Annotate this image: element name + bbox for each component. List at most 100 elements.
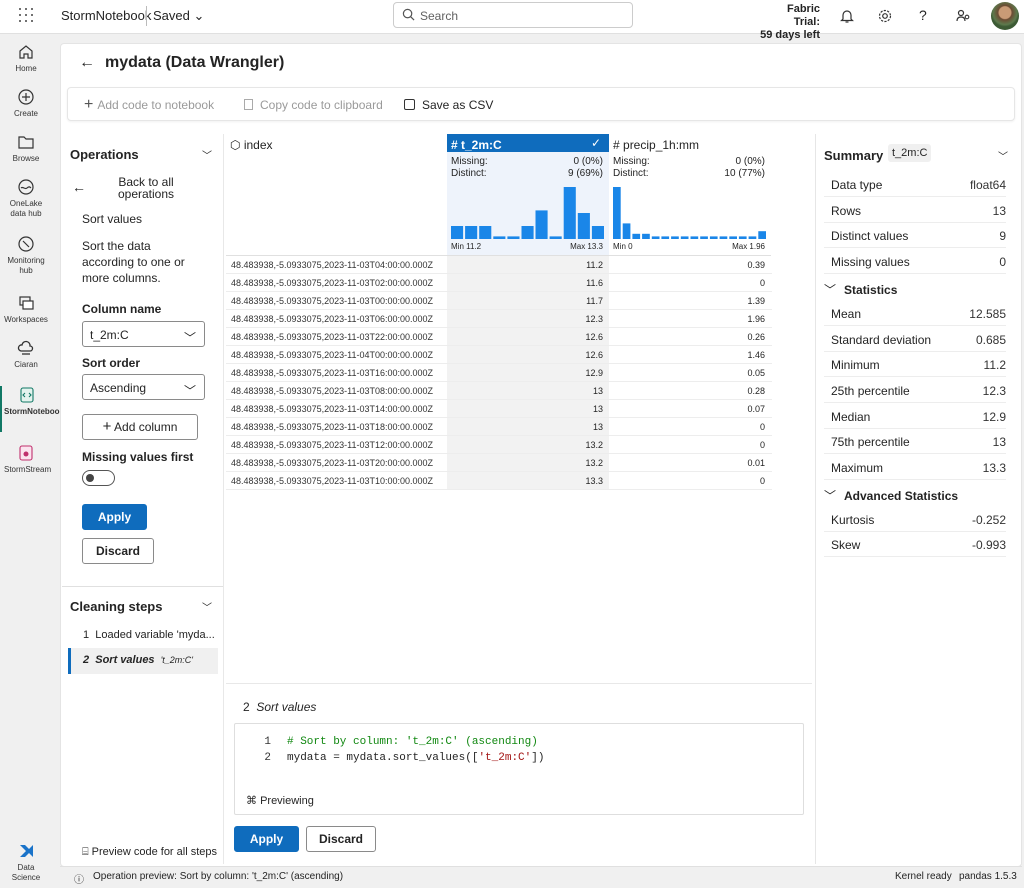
chevron-down-icon[interactable]: ﹀ [202, 147, 212, 162]
histogram-bar[interactable] [709, 236, 718, 239]
histogram-bar[interactable] [479, 226, 492, 239]
nav-browse[interactable]: Browse [0, 133, 52, 164]
histogram-bar[interactable] [680, 236, 689, 239]
cell-precip[interactable]: 0 [609, 472, 771, 489]
cell-index[interactable]: 48.483938,-5.0933075,2023-11-03T22:00:00… [231, 332, 443, 342]
table-row[interactable]: 48.483938,-5.0933075,2023-11-03T00:00:00… [226, 292, 772, 310]
nav-onelake[interactable]: OneLake data hub [0, 178, 52, 219]
cell-index[interactable]: 48.483938,-5.0933075,2023-11-03T04:00:00… [231, 260, 443, 270]
cell-t2m[interactable]: 13 [447, 400, 609, 417]
cell-t2m[interactable]: 12.6 [447, 346, 609, 363]
nav-create[interactable]: Create [0, 88, 52, 119]
add-code-button[interactable]: + Add code to notebook [84, 96, 214, 114]
search-input[interactable]: Search [393, 2, 633, 28]
apply-preview-button[interactable]: Apply [234, 826, 299, 852]
table-row[interactable]: 48.483938,-5.0933075,2023-11-04T00:00:00… [226, 346, 772, 364]
table-row[interactable]: 48.483938,-5.0933075,2023-11-03T02:00:00… [226, 274, 772, 292]
nav-stormnotebook[interactable]: StormNotebook [0, 386, 64, 432]
cell-t2m[interactable]: 13.2 [447, 436, 609, 453]
cell-precip[interactable]: 0.26 [609, 328, 771, 345]
histogram-precip[interactable] [612, 187, 767, 239]
back-to-operations[interactable]: Back to all operations [108, 176, 184, 200]
cell-index[interactable]: 48.483938,-5.0933075,2023-11-03T06:00:00… [231, 314, 443, 324]
nav-monitoring[interactable]: Monitoring hub [0, 235, 52, 276]
column-name-dropdown[interactable]: t_2m:C ﹀ [82, 321, 205, 347]
advanced-statistics-section[interactable]: ﹀ Advanced Statistics [824, 487, 958, 504]
cell-precip[interactable]: 0.07 [609, 400, 771, 417]
cell-precip[interactable]: 0 [609, 274, 771, 291]
gear-icon[interactable] [877, 8, 893, 24]
cell-index[interactable]: 48.483938,-5.0933075,2023-11-03T20:00:00… [231, 458, 443, 468]
cell-precip[interactable]: 0 [609, 436, 771, 453]
table-row[interactable]: 48.483938,-5.0933075,2023-11-03T12:00:00… [226, 436, 772, 454]
cell-precip[interactable]: 1.39 [609, 292, 771, 309]
histogram-bar[interactable] [465, 226, 478, 239]
bell-icon[interactable] [839, 8, 855, 24]
app-launcher-icon[interactable] [19, 8, 33, 22]
histogram-bar[interactable] [549, 236, 562, 239]
cell-t2m[interactable]: 11.6 [447, 274, 609, 291]
column-header-t2m[interactable]: # t_2m:C ✓ Missing: 0 (0%) Distinct: 9 (… [447, 134, 609, 256]
table-row[interactable]: 48.483938,-5.0933075,2023-11-03T10:00:00… [226, 472, 772, 490]
save-csv-button[interactable]: Save as CSV [404, 98, 493, 112]
histogram-bar[interactable] [729, 236, 737, 239]
cell-index[interactable]: 48.483938,-5.0933075,2023-11-03T14:00:00… [231, 404, 443, 414]
histogram-bar[interactable] [642, 233, 650, 239]
nav-data-science[interactable]: Data Science [0, 842, 52, 883]
histogram-bar[interactable] [507, 236, 520, 239]
cell-index[interactable]: 48.483938,-5.0933075,2023-11-03T10:00:00… [231, 476, 443, 486]
cell-precip[interactable]: 0 [609, 418, 771, 435]
cell-t2m[interactable]: 11.7 [447, 292, 609, 309]
statistics-section[interactable]: ﹀ Statistics [824, 281, 897, 298]
cell-precip[interactable]: 0.28 [609, 382, 771, 399]
table-row[interactable]: 48.483938,-5.0933075,2023-11-03T20:00:00… [226, 454, 772, 472]
sort-order-dropdown[interactable]: Ascending ﹀ [82, 374, 205, 400]
histogram-bar[interactable] [632, 233, 641, 239]
cell-index[interactable]: 48.483938,-5.0933075,2023-11-03T00:00:00… [231, 296, 443, 306]
histogram-bar[interactable] [577, 213, 590, 239]
cell-t2m[interactable]: 13.3 [447, 472, 609, 489]
histogram-bar[interactable] [738, 236, 747, 239]
histogram-bar[interactable] [521, 226, 534, 239]
back-arrow-icon[interactable]: ← [72, 179, 86, 195]
histogram-bar[interactable] [563, 187, 576, 239]
histogram-bar[interactable] [493, 236, 506, 239]
histogram-bar[interactable] [591, 226, 604, 239]
histogram-bar[interactable] [622, 223, 631, 239]
table-row[interactable]: 48.483938,-5.0933075,2023-11-03T04:00:00… [226, 256, 772, 274]
histogram-bar[interactable] [719, 236, 728, 239]
column-header-index[interactable]: ⬡ index [226, 134, 447, 256]
table-row[interactable]: 48.483938,-5.0933075,2023-11-03T16:00:00… [226, 364, 772, 382]
histogram-bar[interactable] [671, 236, 679, 239]
histogram-t2m[interactable] [450, 187, 605, 239]
copy-code-button[interactable]: Copy code to clipboard [244, 98, 383, 112]
cell-index[interactable]: 48.483938,-5.0933075,2023-11-03T08:00:00… [231, 386, 443, 396]
histogram-bar[interactable] [700, 236, 708, 239]
chevron-down-icon[interactable]: ﹀ [202, 599, 212, 614]
add-column-button[interactable]: + Add column [82, 414, 198, 440]
histogram-bar[interactable] [690, 236, 699, 239]
cell-precip[interactable]: 1.46 [609, 346, 771, 363]
share-people-icon[interactable] [955, 8, 971, 24]
histogram-bar[interactable] [613, 187, 621, 239]
discard-button[interactable]: Discard [82, 538, 154, 564]
apply-button[interactable]: Apply [82, 504, 147, 530]
cleaning-step[interactable]: 1 Loaded variable 'myda... [68, 623, 218, 649]
cell-t2m[interactable]: 13 [447, 382, 609, 399]
cell-precip[interactable]: 0.01 [609, 454, 771, 471]
table-row[interactable]: 48.483938,-5.0933075,2023-11-03T14:00:00… [226, 400, 772, 418]
nav-stormstream[interactable]: StormStream [0, 444, 52, 475]
cell-t2m[interactable]: 12.9 [447, 364, 609, 381]
cell-index[interactable]: 48.483938,-5.0933075,2023-11-04T00:00:00… [231, 350, 443, 360]
chevron-down-icon[interactable]: ﹀ [998, 148, 1008, 163]
missing-values-toggle[interactable] [82, 470, 115, 486]
histogram-bar[interactable] [661, 236, 670, 239]
table-row[interactable]: 48.483938,-5.0933075,2023-11-03T22:00:00… [226, 328, 772, 346]
cell-precip[interactable]: 1.96 [609, 310, 771, 327]
avatar[interactable] [991, 2, 1019, 30]
back-arrow-icon[interactable]: ← [79, 54, 95, 71]
discard-preview-button[interactable]: Discard [306, 826, 376, 852]
table-row[interactable]: 48.483938,-5.0933075,2023-11-03T06:00:00… [226, 310, 772, 328]
cell-t2m[interactable]: 11.2 [447, 256, 609, 273]
cleaning-step-active[interactable]: 2 Sort values 't_2m:C' [68, 648, 218, 674]
